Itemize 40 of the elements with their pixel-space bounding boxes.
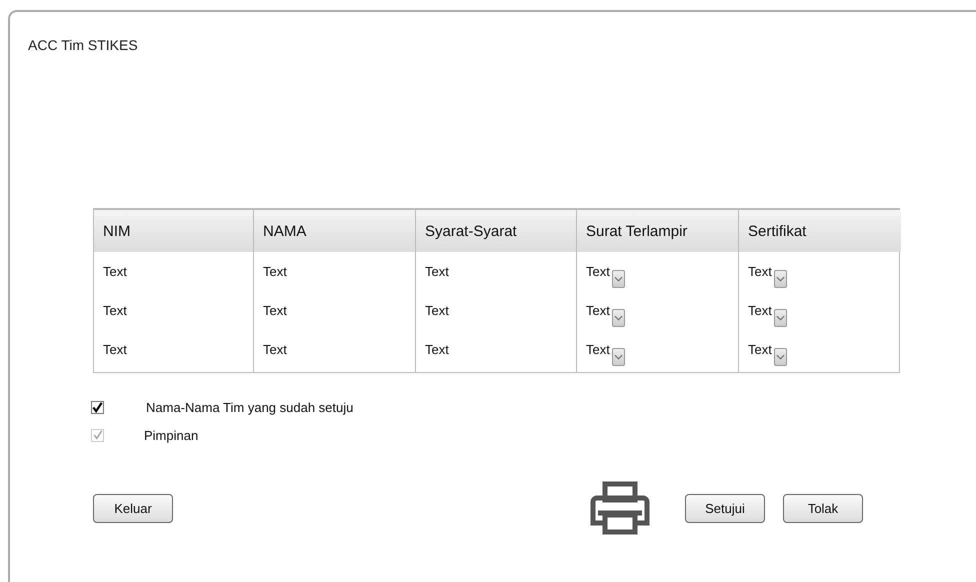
dropdown-button[interactable]	[774, 348, 787, 366]
table-cell: Text	[263, 303, 287, 318]
caret-icon	[776, 315, 785, 321]
column-header: NAMA	[254, 210, 416, 252]
table-cell: Text	[425, 264, 449, 279]
printer-icon[interactable]	[589, 481, 651, 535]
caret-icon	[776, 276, 785, 282]
checkbox-label: Pimpinan	[144, 428, 198, 442]
table-cell: Text	[586, 264, 610, 279]
dropdown-button[interactable]	[774, 270, 787, 288]
column-header: Sertifikat	[739, 210, 901, 252]
table-cell: Text	[586, 303, 610, 318]
button[interactable]: Setujui	[685, 494, 765, 522]
dropdown-button[interactable]	[612, 309, 625, 327]
button[interactable]: Tolak	[783, 494, 863, 522]
table-cell: Text	[748, 342, 772, 357]
caret-icon	[614, 315, 623, 321]
column-header: NIM	[94, 210, 254, 252]
dropdown-button[interactable]	[612, 348, 625, 366]
button[interactable]: Keluar	[93, 494, 173, 522]
dropdown-button[interactable]	[612, 270, 625, 288]
column-header: Syarat-Syarat	[416, 210, 577, 252]
table-cell: Text	[263, 264, 287, 279]
checkbox-label: Nama-Nama Tim yang sudah setuju	[146, 400, 354, 414]
caret-icon	[614, 276, 623, 282]
table-cell: Text	[748, 303, 772, 318]
checkbox[interactable]	[91, 400, 104, 414]
table-cell: Text	[425, 342, 449, 357]
table-cell: Text	[103, 342, 127, 357]
window-title: ACC Tim STIKES	[28, 37, 138, 53]
table-cell: Text	[748, 264, 772, 279]
table-cell: Text	[586, 342, 610, 357]
dropdown-button[interactable]	[774, 309, 787, 327]
caret-icon	[614, 354, 623, 360]
caret-icon	[776, 354, 785, 360]
table-cell: Text	[103, 303, 127, 318]
table-cell: Text	[103, 264, 127, 279]
column-header: Surat Terlampir	[577, 210, 739, 252]
table-cell: Text	[263, 342, 287, 357]
table-cell: Text	[425, 303, 449, 318]
